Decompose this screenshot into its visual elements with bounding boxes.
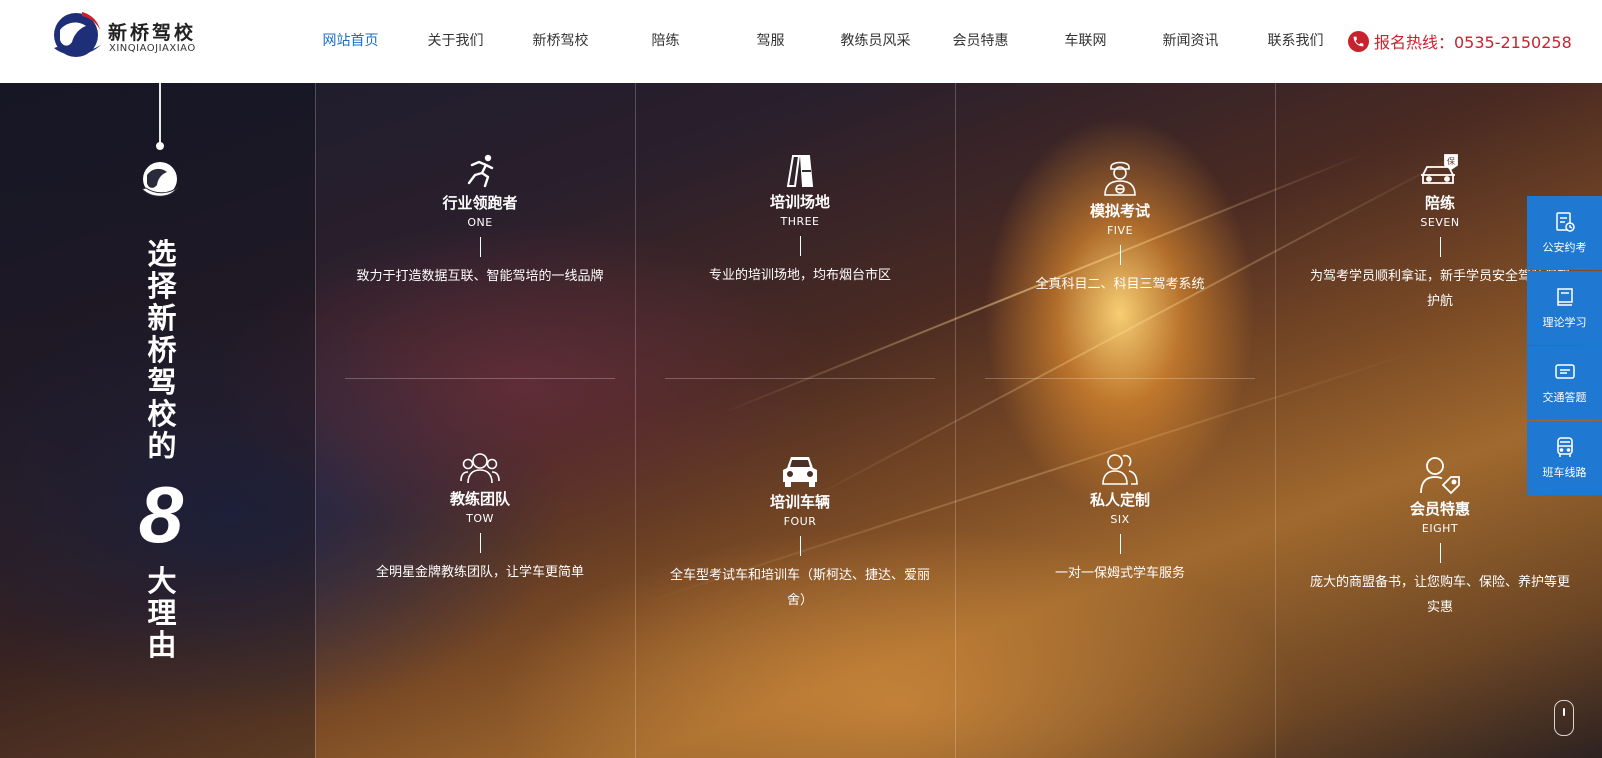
feature-divider [479, 237, 481, 257]
feature-title: 培训车辆 [769, 493, 830, 511]
reason-count: 8 [138, 470, 184, 559]
column-divider [635, 83, 636, 758]
floating-sidebar: 公安约考 理论学习 交通答题 班车线路 [1527, 196, 1602, 496]
feature-divider [1119, 245, 1121, 265]
nav-about[interactable]: 关于我们 [403, 0, 508, 83]
feature-title: 教练团队 [449, 490, 510, 508]
nav-accompany[interactable]: 陪练 [613, 0, 718, 83]
sidebar-item-label: 班车线路 [1542, 466, 1587, 479]
phone-icon [1348, 30, 1369, 52]
appointment-icon [1555, 212, 1575, 232]
section-title: 选择新桥驾校的 [147, 237, 177, 463]
row-divider [345, 378, 615, 379]
sidebar-item-shuttle[interactable]: 班车线路 [1527, 421, 1602, 495]
site-logo[interactable]: 新桥驾校 XINQIAOJIAXIAO [52, 8, 222, 64]
feature-index: SIX [1110, 513, 1130, 526]
logo-name: 新桥驾校 [108, 22, 197, 44]
feature-divider [1439, 543, 1441, 563]
feature-title: 会员特惠 [1409, 500, 1470, 518]
column-divider [1275, 83, 1276, 758]
feature-card[interactable]: 模拟考试 FIVE 全真科目二、科目三驾考系统 [975, 157, 1265, 297]
feature-index: EIGHT [1421, 522, 1459, 535]
pendant-dot [156, 142, 164, 150]
feature-title: 私人定制 [1089, 491, 1150, 509]
nav-home[interactable]: 网站首页 [298, 0, 403, 83]
nav-members[interactable]: 会员特惠 [928, 0, 1033, 83]
nav-service[interactable]: 驾服 [718, 0, 823, 83]
feature-divider [799, 536, 801, 556]
insured-car-icon: 保 [1295, 149, 1585, 189]
logo-subtitle: XINQIAOJIAXIAO [109, 43, 196, 54]
feature-card[interactable]: 行业领跑者 ONE 致力于打造数据互联、智能驾培的一线品牌 [335, 149, 625, 289]
feature-title: 行业领跑者 [442, 194, 518, 212]
section-title-panel: 选择新桥驾校的 8 大理由 [0, 83, 315, 758]
examiner-icon [975, 157, 1265, 197]
sidebar-item-label: 公安约考 [1542, 241, 1587, 254]
main-nav: 网站首页 关于我们 新桥驾校 陪练 驾服 教练员风采 会员特惠 车联网 新闻资讯… [298, 0, 1348, 83]
feature-divider [799, 236, 801, 256]
site-header: 新桥驾校 XINQIAOJIAXIAO 网站首页 关于我们 新桥驾校 陪练 驾服… [0, 0, 1602, 83]
feature-divider [1119, 534, 1121, 554]
globe-logo-icon [141, 162, 179, 197]
sidebar-item-label: 交通答题 [1542, 391, 1587, 404]
feature-index: FIVE [1106, 224, 1134, 237]
sidebar-item-theory[interactable]: 理论学习 [1527, 271, 1602, 345]
team-icon [335, 445, 625, 485]
scroll-indicator[interactable] [1554, 700, 1574, 736]
feature-desc: 全车型考试车和培训车（斯柯达、捷达、爱丽舍） [669, 568, 930, 608]
feature-index: TOW [466, 512, 494, 525]
row-divider [665, 378, 935, 379]
row-divider [985, 378, 1255, 379]
running-man-icon [335, 149, 625, 189]
nav-contact[interactable]: 联系我们 [1243, 0, 1348, 83]
nav-school[interactable]: 新桥驾校 [508, 0, 613, 83]
feature-desc: 一对一保姆式学车服务 [1054, 566, 1185, 581]
feature-index: THREE [780, 215, 820, 228]
feature-desc: 专业的培训场地，均布烟台市区 [708, 268, 891, 283]
feature-title: 模拟考试 [1089, 202, 1150, 220]
private-users-icon [975, 446, 1265, 486]
feature-desc: 致力于打造数据互联、智能驾培的一线品牌 [356, 269, 604, 284]
column-divider [955, 83, 956, 758]
book-icon [1556, 288, 1573, 306]
feature-desc: 全明星金牌教练团队，让学车更简单 [375, 565, 584, 580]
reasons-section: 选择新桥驾校的 8 大理由 行业领跑者 ONE 致力于打造数据互联、智能驾培的一… [0, 83, 1602, 758]
feature-index: FOUR [783, 515, 817, 528]
feature-card[interactable]: 教练团队 TOW 全明星金牌教练团队，让学车更简单 [335, 445, 625, 585]
sidebar-item-appointment[interactable]: 公安约考 [1527, 196, 1602, 270]
nav-news[interactable]: 新闻资讯 [1138, 0, 1243, 83]
feature-index: ONE [467, 216, 493, 229]
feature-card[interactable]: 私人定制 SIX 一对一保姆式学车服务 [975, 446, 1265, 586]
feature-desc: 庞大的商盟备书，让您购车、保险、养护等更实惠 [1309, 575, 1570, 615]
globe-logo-icon [54, 12, 102, 57]
section-title-suffix: 大理由 [147, 564, 177, 662]
hotline[interactable]: 报名热线：0535-2150258 [1348, 29, 1572, 53]
hotline-text: 报名热线：0535-2150258 [1374, 33, 1572, 52]
feature-title: 培训场地 [769, 193, 830, 211]
feature-card[interactable]: 培训场地 THREE 专业的培训场地，均布烟台市区 [655, 148, 945, 288]
feature-card[interactable]: 培训车辆 FOUR 全车型考试车和培训车（斯柯达、捷达、爱丽舍） [655, 448, 945, 613]
svg-text:保: 保 [1447, 156, 1455, 166]
road-icon [655, 148, 945, 188]
pendant-line [159, 83, 161, 145]
chat-icon [1554, 364, 1575, 379]
feature-divider [479, 533, 481, 553]
car-front-icon [655, 448, 945, 488]
feature-divider [1439, 237, 1441, 257]
sidebar-item-quiz[interactable]: 交通答题 [1527, 346, 1602, 420]
feature-desc: 全真科目二、科目三驾考系统 [1035, 277, 1205, 292]
bus-icon [1556, 437, 1573, 457]
column-divider [315, 83, 316, 758]
nav-iov[interactable]: 车联网 [1033, 0, 1138, 83]
sidebar-item-label: 理论学习 [1542, 316, 1587, 329]
nav-coaches[interactable]: 教练员风采 [823, 0, 928, 83]
